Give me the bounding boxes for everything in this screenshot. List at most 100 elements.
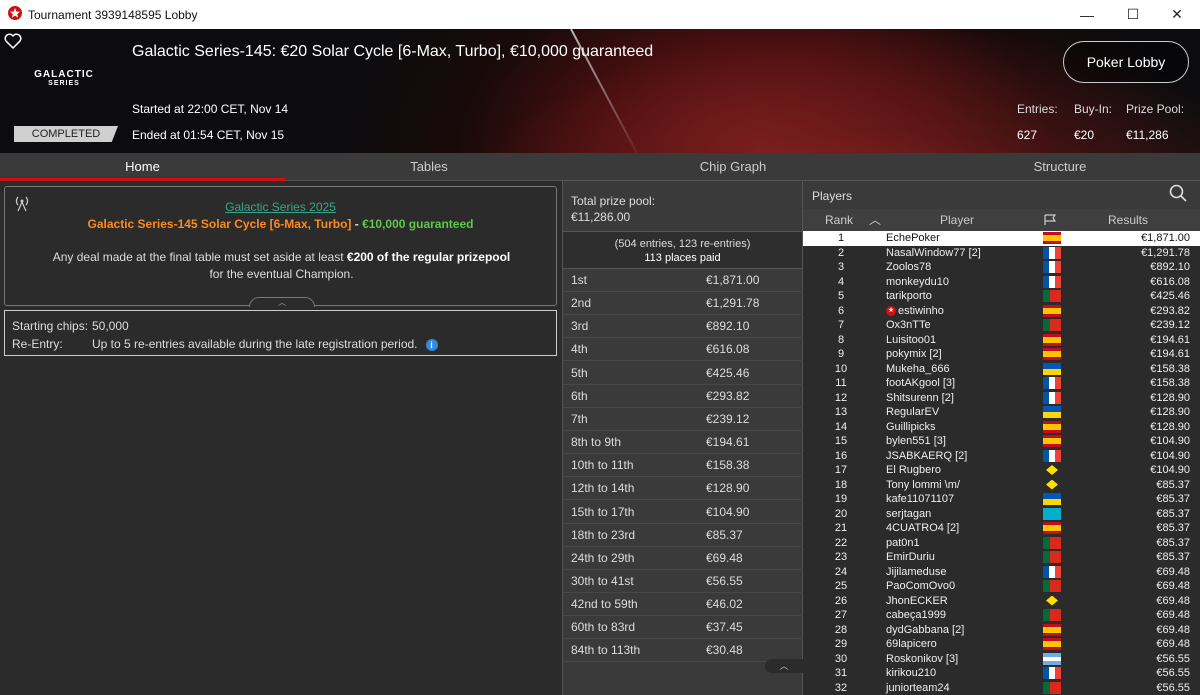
collapse-caret-button[interactable]: ︿ (249, 297, 315, 307)
player-row[interactable]: 13 RegularEV €128.90 (803, 405, 1200, 420)
player-name: tarikporto (886, 290, 932, 302)
country-flag-icon (1043, 232, 1061, 244)
country-flag-icon (1043, 275, 1061, 288)
prize-place: 12th to 14th (571, 481, 635, 496)
prize-amount: €69.48 (706, 550, 743, 565)
player-name: juniorteam24 (886, 681, 950, 694)
prize-row: 2nd €1,291.78 (563, 292, 804, 316)
player-name-cell: kafe11071107 (886, 492, 954, 507)
player-row[interactable]: 26 JhonECKER €69.48 (803, 594, 1200, 609)
player-rank: 24 (834, 565, 848, 578)
player-rank: 28 (834, 623, 848, 636)
player-rank: 11 (835, 377, 847, 389)
search-icon[interactable] (1169, 184, 1187, 202)
series-info-box: Galactic Series 2025 Galactic Series-145… (4, 186, 557, 307)
player-rank: 23 (834, 551, 848, 563)
player-row[interactable]: 19 kafe11071107 €85.37 (803, 492, 1200, 507)
tab-structure[interactable]: Structure (916, 153, 1200, 181)
prize-place: 42nd to 59th (571, 597, 638, 612)
series-link[interactable]: Galactic Series 2025 (5, 200, 556, 214)
prize-row: 30th to 41st €56.55 (563, 570, 804, 593)
prize-amount: €892.10 (706, 319, 750, 334)
player-rank: 16 (834, 449, 848, 462)
player-rank: 7 (837, 319, 845, 331)
col-results[interactable]: Results (1108, 209, 1148, 231)
prize-amount: €425.46 (706, 365, 750, 380)
player-row[interactable]: 15 bylen551 [3] €104.90 (803, 434, 1200, 449)
prize-place: 10th to 11th (571, 458, 634, 473)
prize-panel: Total prize pool: €11,286.00 (504 entrie… (562, 181, 804, 695)
end-time: Ended at 01:54 CET, Nov 15 (132, 128, 285, 142)
tab-chip-graph[interactable]: Chip Graph (590, 153, 876, 181)
prize-place: 6th (571, 388, 588, 403)
player-row[interactable]: 14 Guillipicks €128.90 (803, 420, 1200, 435)
player-row[interactable]: 24 Jijilameduse €69.48 (803, 565, 1200, 580)
player-row[interactable]: 27 cabeça1999 €69.48 (803, 608, 1200, 623)
player-row[interactable]: 31 kirikou210 €56.55 (803, 666, 1200, 681)
player-row[interactable]: 6 ★ estiwinho €293.82 (803, 304, 1200, 319)
player-row[interactable]: 3 Zoolos78 €892.10 (803, 260, 1200, 275)
close-button[interactable]: ✕ (1154, 0, 1200, 29)
player-row[interactable]: 21 4CUATRO4 [2] €85.37 (803, 521, 1200, 536)
player-row[interactable]: 30 Roskonikov [3] €56.55 (803, 652, 1200, 667)
starting-chips-value: 50,000 (92, 319, 129, 333)
flag-column-icon[interactable] (1043, 214, 1057, 226)
scroll-up-caret[interactable]: ︿ (765, 659, 803, 673)
info-icon[interactable]: i (425, 338, 438, 351)
prize-place: 8th to 9th (571, 435, 622, 450)
player-result: €104.90 (1150, 435, 1190, 447)
prize-amount: €616.08 (706, 342, 750, 357)
player-row[interactable]: 12 Shitsurenn [2] €128.90 (803, 391, 1200, 406)
player-result: €85.37 (1156, 493, 1190, 505)
player-row[interactable]: 1 EchePoker €1,871.00 (803, 231, 1200, 246)
player-row[interactable]: 11 footAKgool [3] €158.38 (803, 376, 1200, 391)
player-row[interactable]: 9 pokymix [2] €194.61 (803, 347, 1200, 362)
player-name-cell: footAKgool [3] (886, 376, 955, 391)
player-row[interactable]: 8 Luisitoo01 €194.61 (803, 333, 1200, 348)
home-panel: Galactic Series 2025 Galactic Series-145… (0, 181, 562, 695)
player-name: kafe11071107 (886, 493, 955, 505)
player-row[interactable]: 20 serjtagan €85.37 (803, 507, 1200, 522)
player-name-cell: ★ estiwinho (886, 304, 944, 319)
prizepool-value: €11,286 (1126, 128, 1169, 142)
col-player[interactable]: Player (940, 209, 974, 231)
player-rank: 10 (834, 362, 848, 375)
favorite-heart-icon[interactable] (4, 33, 22, 49)
tournament-details-box: Starting chips: 50,000 Re-Entry: Up to 5… (4, 310, 557, 356)
player-row[interactable]: 29 69lapicero €69.48 (803, 637, 1200, 652)
window-title: Tournament 3939148595 Lobby (28, 8, 198, 22)
player-name: Tony lommi \m/ (886, 478, 960, 491)
player-result: €239.12 (1150, 319, 1190, 331)
player-row[interactable]: 18 Tony lommi \m/ €85.37 (803, 478, 1200, 493)
player-name: EchePoker (886, 232, 940, 244)
col-rank[interactable]: Rank (825, 209, 853, 231)
player-row[interactable]: 5 tarikporto €425.46 (803, 289, 1200, 304)
player-row[interactable]: 25 PaoComOvo0 €69.48 (803, 579, 1200, 594)
tab-tables[interactable]: Tables (285, 153, 573, 181)
poker-lobby-button[interactable]: Poker Lobby (1063, 41, 1189, 83)
prize-row: 10th to 11th €158.38 (563, 454, 804, 478)
country-flag-icon (1043, 580, 1061, 592)
player-row[interactable]: 23 EmirDuriu €85.37 (803, 550, 1200, 565)
player-row[interactable]: 2 NasalWindow77 [2] €1,291.78 (803, 246, 1200, 261)
player-row[interactable]: 16 JSABKAERQ [2] €104.90 (803, 449, 1200, 464)
prize-row: 6th €293.82 (563, 385, 804, 408)
player-row[interactable]: 4 monkeydu10 €616.08 (803, 275, 1200, 290)
start-time: Started at 22:00 CET, Nov 14 (132, 102, 289, 116)
status-badge: COMPLETED (14, 126, 118, 142)
minimize-button[interactable]: — (1064, 0, 1110, 29)
tab-home[interactable]: Home (0, 153, 285, 181)
player-row[interactable]: 10 Mukeha_666 €158.38 (803, 362, 1200, 377)
player-row[interactable]: 17 El Rugbero €104.90 (803, 463, 1200, 478)
player-row[interactable]: 7 Ox3nTTe €239.12 (803, 318, 1200, 333)
sort-caret-icon[interactable]: ︿ (869, 209, 881, 231)
player-name: El Rugbero (886, 464, 942, 476)
player-row[interactable]: 28 dydGabbana [2] €69.48 (803, 623, 1200, 638)
player-name-cell: Roskonikov [3] (886, 652, 958, 667)
tournament-title: Galactic Series-145: €20 Solar Cycle [6-… (132, 43, 654, 60)
player-row[interactable]: 32 juniorteam24 €56.55 (803, 681, 1200, 695)
player-row[interactable]: 22 pat0n1 €85.37 (803, 536, 1200, 551)
prize-place: 60th to 83rd (571, 620, 636, 635)
maximize-button[interactable]: ☐ (1110, 0, 1156, 29)
player-rank: 9 (837, 348, 845, 360)
